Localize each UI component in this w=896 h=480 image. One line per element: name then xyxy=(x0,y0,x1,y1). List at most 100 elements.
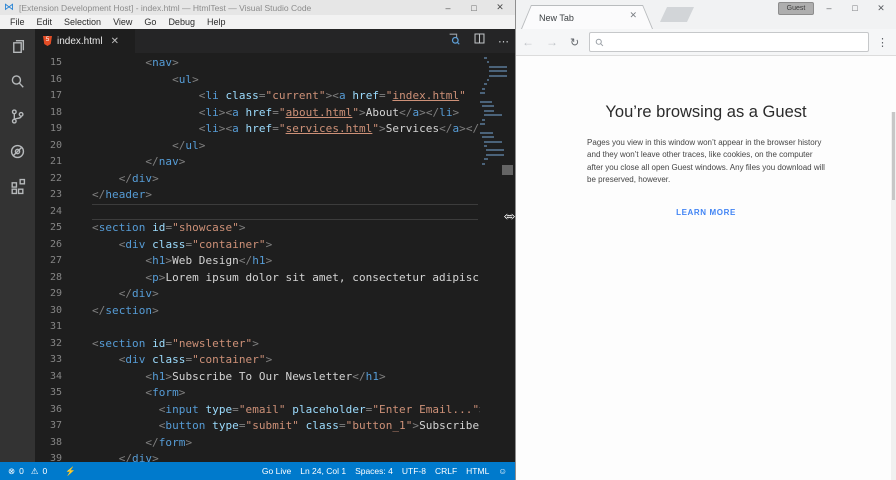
run-debug-icon[interactable] xyxy=(0,134,35,169)
code-line[interactable]: <section id="showcase"> xyxy=(92,220,480,237)
status-utf-8[interactable]: UTF-8 xyxy=(402,466,426,476)
vscode-titlebar: ⋈ [Extension Development Host] - index.h… xyxy=(0,0,515,15)
code-line[interactable]: </div> xyxy=(92,171,480,188)
feedback-smiley-icon[interactable]: ☺ xyxy=(498,466,507,476)
code-line[interactable]: </nav> xyxy=(92,154,480,171)
warnings-count: 0 xyxy=(42,466,48,476)
editor-scrollbar-thumb[interactable] xyxy=(502,165,513,175)
code-line[interactable]: <form> xyxy=(92,385,480,402)
code-line[interactable]: </header> xyxy=(92,187,480,204)
guest-description-line: after you close all open Guest windows. … xyxy=(587,162,825,172)
guest-profile-badge[interactable]: Guest xyxy=(778,2,814,15)
chrome-scrollbar-thumb[interactable] xyxy=(892,112,895,200)
more-actions-icon[interactable]: ⋯ xyxy=(498,32,509,50)
code-line[interactable]: <li><a href="about.html">About</a></li> xyxy=(92,105,480,122)
status-html[interactable]: HTML xyxy=(466,466,489,476)
line-number: 19 xyxy=(49,123,62,134)
line-number: 21 xyxy=(49,156,62,167)
code-line[interactable]: </form> xyxy=(92,435,480,452)
line-number: 38 xyxy=(49,436,62,448)
warnings-icon: ⚠ xyxy=(30,465,39,476)
tab-close-icon[interactable]: ✕ xyxy=(111,36,119,47)
back-button[interactable]: ← xyxy=(516,35,540,49)
chrome-tab-close-icon[interactable]: ✕ xyxy=(629,10,637,21)
search-icon[interactable] xyxy=(0,64,35,99)
code-line[interactable]: </ul> xyxy=(92,138,480,155)
code-line[interactable]: </div> xyxy=(92,451,480,462)
code-line[interactable]: <section id="newsletter"> xyxy=(92,336,480,353)
chrome-scrollbar[interactable] xyxy=(891,112,896,480)
code-line[interactable] xyxy=(92,319,480,336)
guest-page: You’re browsing as a Guest Pages you vie… xyxy=(516,56,896,480)
line-number: 15 xyxy=(49,57,62,68)
code-line[interactable]: <h1>Web Design</h1> xyxy=(92,253,480,270)
line-number: 23 xyxy=(49,189,62,200)
menu-edit[interactable]: Edit xyxy=(31,17,59,27)
menu-selection[interactable]: Selection xyxy=(58,17,107,27)
code-line[interactable]: <div class="container"> xyxy=(92,352,480,369)
code-line[interactable]: <p>Lorem ipsum dolor sit amet, consectet… xyxy=(92,270,480,287)
line-number: 29 xyxy=(49,288,62,299)
line-number: 39 xyxy=(49,453,62,462)
code-line[interactable]: </div> xyxy=(92,286,480,303)
menu-help[interactable]: Help xyxy=(201,17,232,27)
html5-file-icon: 5 xyxy=(43,36,52,46)
line-number: 37 xyxy=(49,420,62,431)
line-number: 25 xyxy=(49,222,62,233)
code-line[interactable]: <li class="current"><a href="index.html" xyxy=(92,88,480,105)
extensions-icon[interactable] xyxy=(0,169,35,204)
learn-more-link[interactable]: LEARN MORE xyxy=(516,208,896,217)
menu-go[interactable]: Go xyxy=(138,17,162,27)
line-number: 17 xyxy=(49,90,62,101)
errors-icon: ⊗ xyxy=(8,465,16,476)
close-button[interactable]: ✕ xyxy=(868,0,894,16)
menu-file[interactable]: File xyxy=(4,17,31,27)
status-spaces-4[interactable]: Spaces: 4 xyxy=(355,466,393,476)
code-editor[interactable]: 15 16 17 18 19 20 21 22 23 24 25 26 27 28 29 30 31 32 33 34… xyxy=(35,53,515,462)
menu-debug[interactable]: Debug xyxy=(162,17,201,27)
maximize-button[interactable]: □ xyxy=(461,0,487,15)
minimize-button[interactable]: – xyxy=(435,0,461,15)
menu-view[interactable]: View xyxy=(107,17,138,27)
tab-index-html[interactable]: 5 index.html ✕ xyxy=(35,29,135,53)
status-go-live[interactable]: Go Live xyxy=(262,466,291,476)
code-line[interactable]: </section> xyxy=(92,303,480,320)
line-number: 20 xyxy=(49,139,62,151)
chrome-tab-new-tab[interactable]: New Tab ✕ xyxy=(521,5,653,29)
close-button[interactable]: ✕ xyxy=(487,0,513,15)
line-number: 30 xyxy=(49,304,62,316)
status-ln-24-col-1[interactable]: Ln 24, Col 1 xyxy=(300,466,346,476)
code-line[interactable]: <ul> xyxy=(92,72,480,89)
guest-heading: You’re browsing as a Guest xyxy=(605,103,807,121)
reload-button[interactable]: ↻ xyxy=(564,36,585,49)
source-control-icon[interactable] xyxy=(0,99,35,134)
chrome-menu-icon[interactable]: ⋮ xyxy=(877,36,896,49)
split-editor-icon[interactable] xyxy=(473,32,486,50)
maximize-button[interactable]: □ xyxy=(842,0,868,16)
code-line[interactable]: <input type="email" placeholder="Enter E… xyxy=(92,402,480,419)
explorer-icon[interactable] xyxy=(0,29,35,64)
tab-label: index.html xyxy=(57,35,103,47)
code-line[interactable] xyxy=(92,203,478,220)
forward-button[interactable]: → xyxy=(540,35,564,49)
line-number-gutter: 15 16 17 18 19 20 21 22 23 24 25 26 27 28 29 30 31 32 33 34… xyxy=(35,55,62,462)
code-line[interactable]: <li><a href="services.html">Services</a>… xyxy=(92,121,480,138)
status-crlf[interactable]: CRLF xyxy=(435,466,457,476)
minimap[interactable] xyxy=(480,55,507,460)
new-tab-button[interactable] xyxy=(660,7,694,22)
line-number: 36 xyxy=(49,403,62,415)
vscode-window-title: [Extension Development Host] - index.htm… xyxy=(19,2,312,13)
minimize-button[interactable]: – xyxy=(816,0,842,16)
feedback-bolt-icon[interactable]: ⚡ xyxy=(65,466,76,477)
code-line[interactable]: <div class="container"> xyxy=(92,237,480,254)
code-content[interactable]: <nav> <ul> <li class="current"><a href="… xyxy=(92,55,480,462)
line-number: 34 xyxy=(49,370,62,382)
editor-scrollbar[interactable] xyxy=(500,53,515,462)
status-problems[interactable]: ⊗ 0 ⚠ 0 ⚡ xyxy=(0,466,76,477)
code-line[interactable]: <h1>Subscribe To Our Newsletter</h1> xyxy=(92,369,480,386)
address-bar[interactable] xyxy=(589,32,869,52)
code-line[interactable]: <nav> xyxy=(92,55,480,72)
code-line[interactable]: <button type="submit" class="button_1">S… xyxy=(92,418,480,435)
open-preview-icon[interactable] xyxy=(447,32,461,51)
line-number: 28 xyxy=(49,271,62,283)
